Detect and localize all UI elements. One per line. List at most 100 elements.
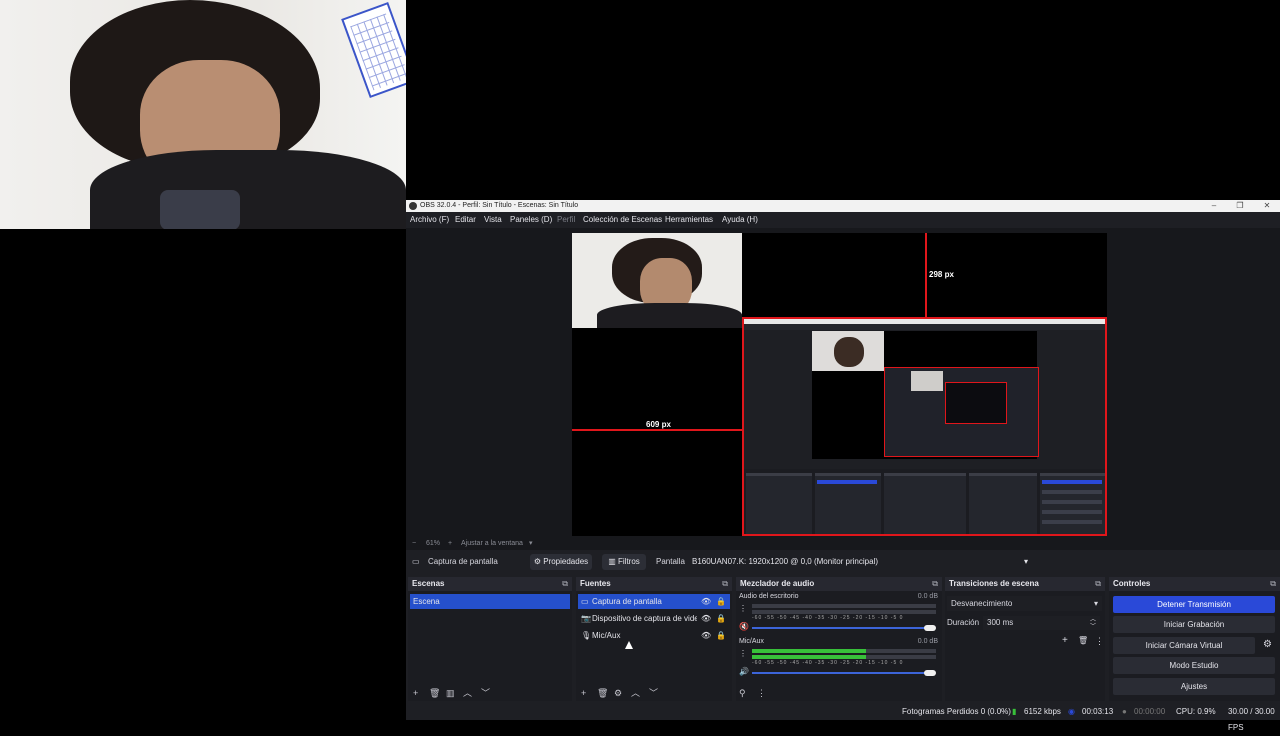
kebab-icon[interactable]: ⋮ bbox=[739, 604, 747, 613]
fit-window-button[interactable]: Ajustar a la ventana bbox=[461, 538, 523, 550]
record-icon: ● bbox=[1122, 707, 1127, 716]
menu-archivo[interactable]: Archivo (F) bbox=[410, 212, 449, 228]
settings-button[interactable]: Ajustes bbox=[1113, 678, 1275, 695]
preview-canvas[interactable]: 298 px 609 px bbox=[572, 233, 1107, 536]
dock-menu-icon[interactable]: ⧉ bbox=[562, 577, 568, 591]
arrow-down-icon[interactable]: ﹀ bbox=[481, 685, 490, 701]
properties-button[interactable]: ⚙ Propiedades bbox=[530, 554, 592, 570]
sources-footer: + 🗑 ⚙ ︿ ﹀ bbox=[576, 685, 732, 701]
stream-icon: ◉ bbox=[1068, 707, 1075, 716]
source-item-label: Dispositivo de captura de vide bbox=[592, 614, 697, 623]
chevron-down-icon[interactable]: ﹀ bbox=[1090, 620, 1096, 634]
arrow-up-icon[interactable]: ︿ bbox=[463, 685, 472, 701]
scenes-title: Escenas bbox=[412, 579, 445, 588]
add-icon[interactable]: + bbox=[413, 685, 418, 701]
source-toolbar: ▭ Captura de pantalla ⚙ Propiedades ▥ Fi… bbox=[406, 550, 1280, 574]
screen-capture-source[interactable] bbox=[742, 317, 1107, 536]
channel-db: 0.0 dB bbox=[917, 638, 938, 645]
chevron-down-icon[interactable]: ▾ bbox=[529, 538, 533, 550]
dock-menu-icon[interactable]: ⧉ bbox=[1095, 577, 1101, 591]
zoom-out-button[interactable]: − bbox=[412, 538, 416, 550]
kebab-icon[interactable]: ⋮ bbox=[1095, 636, 1104, 647]
mixer-header: Mezclador de audio ⧉ bbox=[736, 577, 942, 591]
gear-icon[interactable]: ⚙ bbox=[1263, 639, 1272, 650]
measure-left-label: 609 px bbox=[646, 420, 671, 429]
obs-logo-icon bbox=[409, 202, 417, 210]
webcam-image bbox=[0, 0, 406, 229]
zoom-in-button[interactable]: + bbox=[448, 538, 452, 550]
volume-knob[interactable] bbox=[924, 625, 936, 631]
menu-coleccion-escenas[interactable]: Colección de Escenas bbox=[583, 212, 662, 228]
record-time: 00:00:00 bbox=[1134, 707, 1166, 716]
start-virtual-camera-button[interactable]: Iniciar Cámara Virtual bbox=[1113, 637, 1255, 654]
volume-slider[interactable] bbox=[752, 627, 930, 629]
title-bar: OBS 32.0.4 - Perfil: Sin Título - Escena… bbox=[406, 200, 1280, 212]
menu-editar[interactable]: Editar bbox=[455, 212, 476, 228]
menu-perfil[interactable]: Perfil bbox=[557, 212, 575, 228]
close-icon[interactable]: ✕ bbox=[1257, 200, 1277, 212]
kebab-icon[interactable]: ⋮ bbox=[757, 685, 766, 701]
lock-icon[interactable]: 🔒 bbox=[716, 594, 726, 609]
dock-menu-icon[interactable]: ⧉ bbox=[1270, 577, 1276, 591]
duration-input[interactable]: 300 ms ︿ ﹀ bbox=[983, 616, 1100, 630]
menu-ayuda[interactable]: Ayuda (H) bbox=[722, 212, 758, 228]
muted-speaker-icon[interactable]: 🔇 bbox=[739, 622, 749, 631]
controls-title: Controles bbox=[1113, 579, 1151, 588]
scene-item[interactable]: Escena bbox=[410, 594, 570, 609]
trash-icon[interactable]: 🗑 bbox=[597, 685, 608, 701]
cpu-usage: CPU: 0.9% bbox=[1176, 707, 1216, 716]
minimize-icon[interactable]: – bbox=[1204, 200, 1224, 212]
camera-source-thumbnail[interactable] bbox=[572, 233, 742, 328]
display-select[interactable]: B160UAN07.K: 1920x1200 @ 0,0 (Monitor pr… bbox=[690, 554, 1030, 570]
link-icon[interactable]: ⚲ bbox=[739, 685, 746, 701]
properties-label: Propiedades bbox=[543, 557, 589, 566]
dock-menu-icon[interactable]: ⧉ bbox=[722, 577, 728, 591]
start-recording-button[interactable]: Iniciar Grabación bbox=[1113, 616, 1275, 633]
arrow-up-icon[interactable]: ︿ bbox=[631, 685, 640, 701]
restore-icon[interactable]: ❐ bbox=[1230, 200, 1250, 212]
volume-knob[interactable] bbox=[924, 670, 936, 676]
stop-stream-button[interactable]: Detener Transmisión bbox=[1113, 596, 1275, 613]
kebab-icon[interactable]: ⋮ bbox=[739, 649, 747, 658]
source-item[interactable]: 📷 Dispositivo de captura de vide 👁 🔒 bbox=[578, 611, 730, 626]
transition-select[interactable]: Desvanecimiento ▾ bbox=[947, 596, 1102, 611]
speaker-icon[interactable]: 🔊 bbox=[739, 667, 749, 676]
chevron-down-icon: ▾ bbox=[1093, 599, 1098, 608]
source-item[interactable]: ▭ Captura de pantalla 👁 🔒 bbox=[578, 594, 730, 609]
add-icon[interactable]: + bbox=[581, 685, 586, 701]
source-item[interactable]: 🎙 Mic/Aux 👁 🔒 bbox=[578, 628, 730, 643]
eye-icon[interactable]: 👁 bbox=[701, 628, 711, 643]
dropped-frames: Fotogramas Perdidos 0 (0.0%) bbox=[902, 707, 1011, 716]
wall-calendar bbox=[341, 1, 406, 99]
volume-slider[interactable] bbox=[752, 672, 930, 674]
monitor-icon: ▭ bbox=[412, 557, 420, 566]
menu-paneles[interactable]: Paneles (D) bbox=[510, 212, 552, 228]
meter-scale: -60 -55 -50 -45 -40 -35 -30 -25 -20 -15 … bbox=[752, 615, 904, 621]
selected-source-name: Captura de pantalla bbox=[428, 557, 498, 566]
level-meter-fill bbox=[752, 649, 866, 653]
trash-icon[interactable]: 🗑 bbox=[1078, 636, 1088, 645]
filter-icon[interactable]: ▥ bbox=[446, 685, 455, 701]
stream-time: 00:03:13 bbox=[1082, 707, 1114, 716]
menu-herramientas[interactable]: Herramientas bbox=[665, 212, 713, 228]
arrow-down-icon[interactable]: ﹀ bbox=[649, 685, 658, 701]
level-meter bbox=[752, 610, 936, 614]
lock-icon[interactable]: 🔒 bbox=[716, 628, 726, 643]
display-label: Pantalla bbox=[656, 557, 685, 566]
eye-icon[interactable]: 👁 bbox=[701, 594, 711, 609]
duration-value: 300 ms bbox=[987, 618, 1014, 627]
eye-icon[interactable]: 👁 bbox=[701, 611, 711, 626]
channel-db: 0.0 dB bbox=[917, 593, 938, 600]
controls-dock: Controles ⧉ Detener Transmisión Iniciar … bbox=[1109, 577, 1280, 701]
menu-vista[interactable]: Vista bbox=[484, 212, 502, 228]
gear-icon[interactable]: ⚙ bbox=[614, 685, 622, 701]
filters-button[interactable]: ▥ Filtros bbox=[602, 554, 646, 570]
dock-menu-icon[interactable]: ⧉ bbox=[932, 577, 938, 591]
trash-icon[interactable]: 🗑 bbox=[429, 685, 440, 701]
display-select-value: B160UAN07.K: 1920x1200 @ 0,0 (Monitor pr… bbox=[692, 557, 878, 566]
studio-mode-button[interactable]: Modo Estudio bbox=[1113, 657, 1275, 674]
obs-window: OBS 32.0.4 - Perfil: Sin Título - Escena… bbox=[406, 200, 1280, 732]
add-icon[interactable]: + bbox=[1062, 635, 1068, 646]
menu-bar: Archivo (F) Editar Vista Paneles (D) Per… bbox=[406, 212, 1280, 228]
lock-icon[interactable]: 🔒 bbox=[716, 611, 726, 626]
